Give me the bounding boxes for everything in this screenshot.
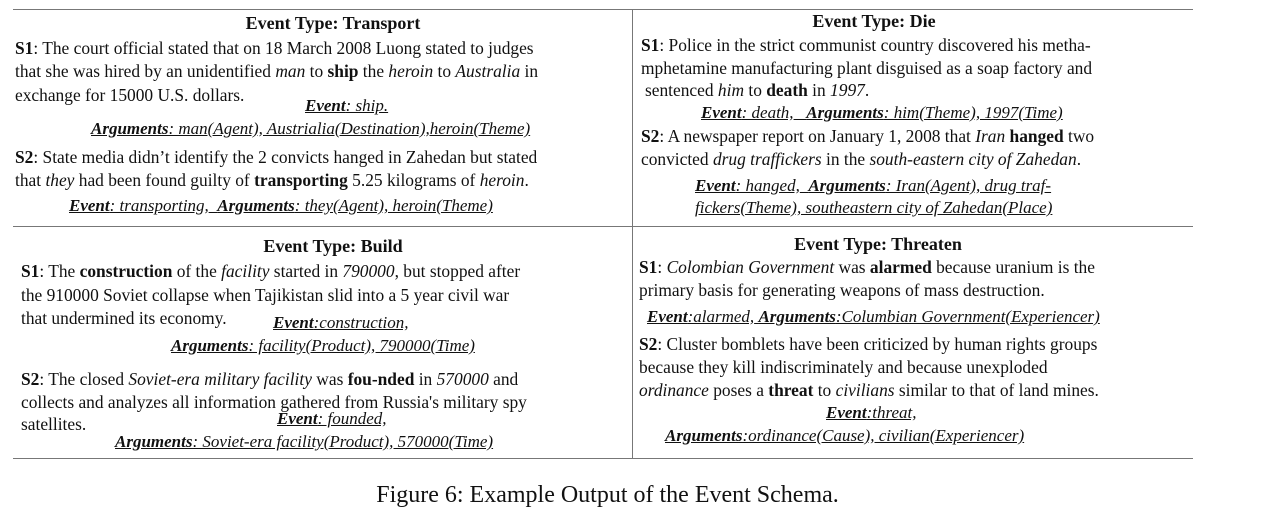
sentence-1-arguments: Arguments: man(Agent), Austrialia(Destin… (91, 119, 531, 138)
panel-title: Event Type: Transport (245, 13, 421, 33)
sentence-2-line-2: collects and analyzes all information ga… (21, 392, 527, 412)
sentence-1-event: Event: ship. (305, 96, 389, 115)
panel-title: Event Type: Build (263, 236, 403, 256)
sentence-2-event: Event: founded, (277, 409, 387, 428)
sentence-1-line-3: exchange for 15000 U.S. dollars. (15, 85, 245, 105)
sentence-1-line-1: S1: The court official stated that on 18… (15, 38, 534, 58)
sentence-2-arguments: Arguments:ordinance(Cause), civilian(Exp… (665, 426, 1025, 445)
sentence-1-arguments: Arguments: facility(Product), 790000(Tim… (171, 336, 475, 355)
panel-die: Event Type: Die S1: Police in the strict… (633, 9, 1193, 226)
sentence-2-line-1: S2: The closed Soviet-era military facil… (21, 369, 519, 389)
sentence-1-line-2: the 910000 Soviet collapse when Tajikist… (21, 285, 510, 305)
sentence-1-line-3: that undermined its economy. (21, 308, 227, 328)
bottom-rule (13, 458, 1193, 459)
sentence-2-line-3: ordinance poses a threat to civilians si… (639, 380, 1099, 400)
sentence-1-annotation: Event:alarmed, Arguments:Columbian Gover… (647, 307, 1100, 326)
sentence-1-line-2: primary basis for generating weapons of … (639, 280, 1045, 300)
sentence-2-line-3: satellites. (21, 414, 87, 434)
panel-title: Event Type: Die (812, 11, 936, 31)
panel-title: Event Type: Threaten (794, 234, 962, 254)
sentence-1-line-1: S1: The construction of the facility sta… (21, 261, 521, 281)
sentence-2-event: Event:threat, (826, 403, 917, 422)
sentence-2-annotation-line-2: fickers(Theme), southeastern city of Zah… (695, 198, 1053, 217)
sentence-2-line-1: S2: Cluster bomblets have been criticize… (639, 334, 1098, 354)
sentence-1-line-2: that she was hired by an unidentified ma… (15, 61, 539, 81)
sentence-2-arguments: Arguments: Soviet-era facility(Product),… (115, 432, 494, 451)
panel-transport: Event Type: Transport S1: The court offi… (13, 9, 632, 226)
sentence-2-annotation: Event: transporting, Arguments: they(Age… (69, 196, 493, 215)
sentence-2-line-2: that they had been found guilty of trans… (15, 170, 529, 190)
sentence-2-line-2: because they kill indiscriminately and b… (639, 357, 1048, 377)
sentence-2-line-2: convicted drug traffickers in the south-… (641, 149, 1082, 169)
panel-build: Event Type: Build S1: The construction o… (13, 227, 632, 458)
sentence-1-annotation: Event: death, Arguments: him(Theme), 199… (701, 103, 1063, 122)
sentence-1-line-2: mphetamine manufacturing plant disguised… (641, 58, 1093, 78)
sentence-2-annotation-line-1: Event: hanged, Arguments: Iran(Agent), d… (695, 176, 1052, 195)
sentence-2-line-1: S2: State media didn’t identify the 2 co… (15, 147, 538, 167)
sentence-1-line-1: S1: Police in the strict communist count… (641, 35, 1091, 55)
sentence-1-event: Event:construction, (273, 313, 409, 332)
sentence-2-line-1: S2: A newspaper report on January 1, 200… (641, 126, 1095, 146)
event-schema-figure: Event Type: Transport S1: The court offi… (13, 9, 1193, 459)
panel-threaten: Event Type: Threaten S1: Colombian Gover… (633, 227, 1193, 458)
figure-caption: Figure 6: Example Output of the Event Sc… (376, 482, 839, 508)
sentence-1-line-1: S1: Colombian Government was alarmed bec… (639, 257, 1095, 277)
sentence-1-line-3: sentenced him to death in 1997. (645, 80, 870, 100)
